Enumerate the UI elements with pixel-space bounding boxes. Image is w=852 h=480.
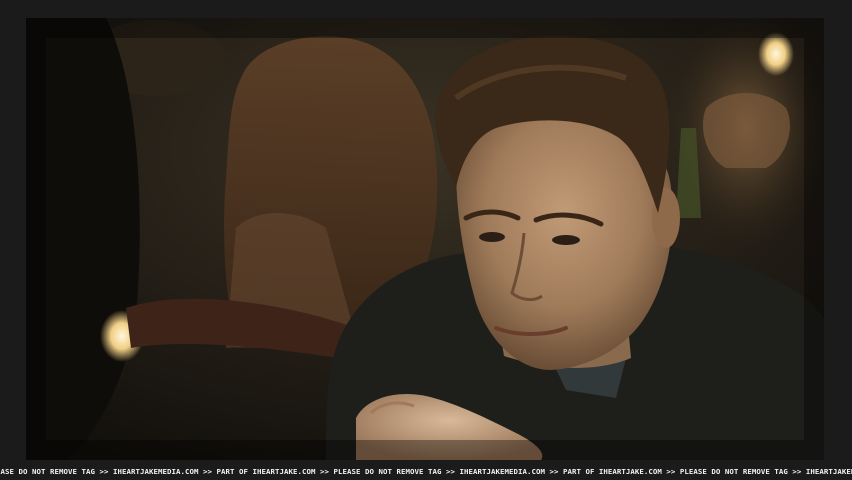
lamp-light [758, 32, 794, 76]
background-hand [702, 93, 790, 168]
scene-illustration [26, 18, 824, 460]
right-eye [552, 235, 580, 245]
left-eye [479, 232, 505, 242]
video-frame: EASE DO NOT REMOVE TAG >> IHEARTJAKEMEDI… [0, 0, 852, 480]
movie-still [26, 18, 824, 460]
watermark-text: EASE DO NOT REMOVE TAG >> IHEARTJAKEMEDI… [0, 467, 852, 476]
watermark-banner: EASE DO NOT REMOVE TAG >> IHEARTJAKEMEDI… [0, 462, 852, 480]
